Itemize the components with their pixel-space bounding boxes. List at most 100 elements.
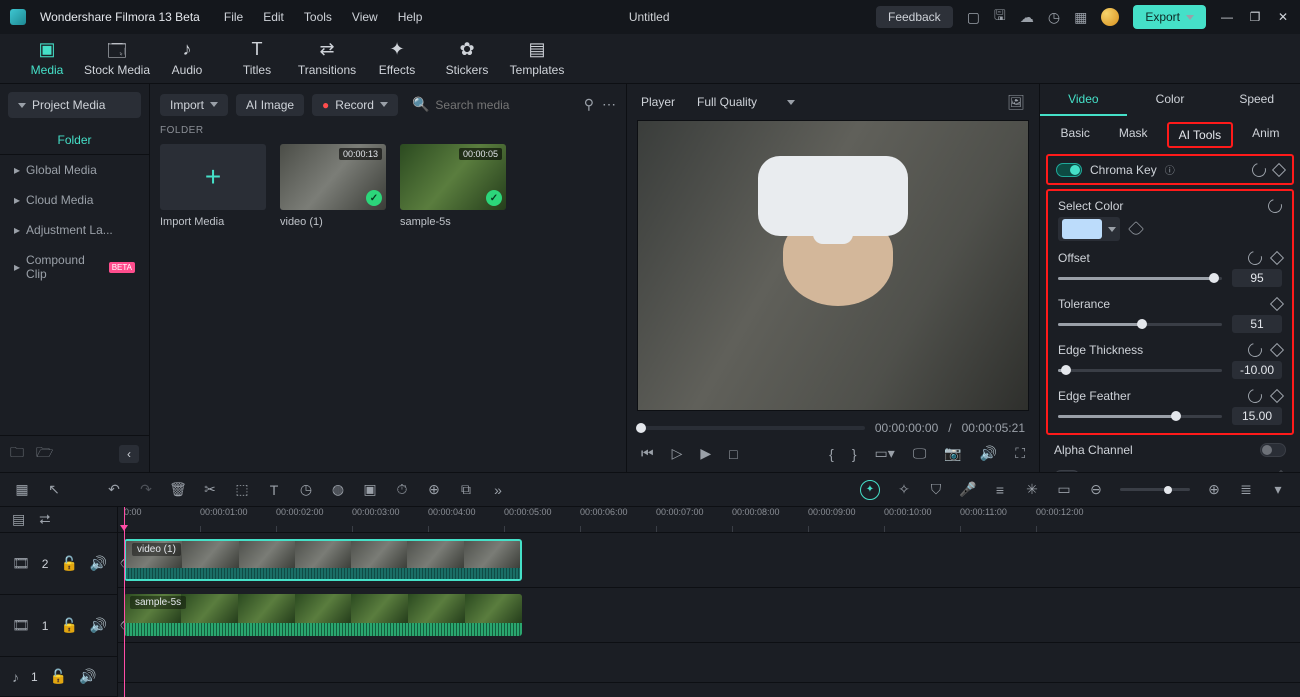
tab-media[interactable]: ▣Media <box>12 39 82 83</box>
shield-button[interactable]: ⛉ <box>928 482 944 498</box>
stop-button[interactable]: □ <box>729 446 737 462</box>
export-button[interactable]: Export <box>1133 5 1206 29</box>
edge-feather-value[interactable]: 15.00 <box>1232 407 1282 425</box>
keyframe-button[interactable]: ▣ <box>362 482 378 498</box>
ai-image-button[interactable]: AI Image <box>236 94 304 116</box>
collapse-sidebar-button[interactable]: ‹ <box>119 445 139 463</box>
video-preview[interactable] <box>637 120 1029 411</box>
timer-button[interactable]: ⏱ <box>394 482 410 498</box>
ai-portrait-toggle[interactable] <box>1054 470 1080 472</box>
marker-button[interactable]: ▭ <box>1056 482 1072 498</box>
video-track-1-header[interactable]: 🎞1 🔓 🔊 👁 <box>0 595 117 657</box>
playhead[interactable] <box>124 507 125 697</box>
reset-icon[interactable] <box>1265 196 1284 215</box>
lock-icon[interactable]: 🔓 <box>60 617 77 634</box>
sidebar-item-adjustment-layer[interactable]: ▸Adjustment La... <box>0 215 149 245</box>
aspect-dropdown[interactable]: ▭▾ <box>875 445 895 462</box>
video-track-2[interactable]: video (1) <box>118 533 1300 588</box>
crop-button[interactable]: ⬚ <box>234 482 250 498</box>
zoom-out-button[interactable]: ⊖ <box>1088 482 1104 498</box>
minimize-button[interactable]: — <box>1220 10 1234 24</box>
camera-icon[interactable]: 📷 <box>944 445 961 462</box>
more-icon[interactable]: ⋯ <box>602 96 616 113</box>
text-button[interactable]: T <box>266 482 282 498</box>
clip-video-1[interactable]: video (1) <box>124 539 522 581</box>
keyframe-icon[interactable] <box>1270 389 1284 403</box>
keyframe-icon[interactable] <box>1272 162 1286 176</box>
tolerance-value[interactable]: 51 <box>1232 315 1282 333</box>
menu-help[interactable]: Help <box>398 10 423 24</box>
tab-stock-media[interactable]: 🗔Stock Media <box>82 39 152 83</box>
new-folder-icon[interactable]: 🗀 <box>10 442 24 466</box>
subtab-animation[interactable]: Anim <box>1242 122 1289 148</box>
audio-track-1[interactable] <box>118 643 1300 683</box>
sidebar-item-cloud-media[interactable]: ▸Cloud Media <box>0 185 149 215</box>
mute-icon[interactable]: 🔊 <box>90 617 107 634</box>
quality-dropdown[interactable]: Full Quality <box>689 92 803 112</box>
media-item-video-1[interactable]: 00:00:13✓ video (1) <box>280 144 386 228</box>
enhance-button[interactable]: ✧ <box>896 482 912 498</box>
edge-thickness-value[interactable]: -10.00 <box>1232 361 1282 379</box>
audio-track-1-header[interactable]: ♪1 🔓 🔊 <box>0 657 117 697</box>
subtab-ai-tools[interactable]: AI Tools <box>1167 122 1233 148</box>
new-bin-icon[interactable]: 🗁 <box>36 442 53 466</box>
next-frame-button[interactable]: ▶ <box>700 445 711 462</box>
layout-icon[interactable]: ▢ <box>967 9 980 26</box>
search-field[interactable]: 🔍 <box>406 92 576 117</box>
fullscreen-icon[interactable]: ⛶ <box>1015 445 1025 462</box>
reset-icon[interactable] <box>1249 160 1268 179</box>
delete-button[interactable]: 🗑 <box>170 482 186 498</box>
zoom-slider[interactable] <box>1120 488 1190 491</box>
ai-button[interactable]: ✦ <box>860 480 880 500</box>
tab-speed[interactable]: Speed <box>1213 84 1300 116</box>
subtab-mask[interactable]: Mask <box>1109 122 1158 148</box>
offset-slider[interactable] <box>1058 277 1222 280</box>
link-button[interactable]: ⧉ <box>458 482 474 498</box>
edge-feather-slider[interactable] <box>1058 415 1222 418</box>
pointer-tool-icon[interactable]: ↖ <box>46 482 62 498</box>
project-media-header[interactable]: Project Media <box>8 92 141 118</box>
menu-file[interactable]: File <box>224 10 243 24</box>
snapshot-icon[interactable]: 🖼 <box>1007 94 1025 111</box>
import-media-tile[interactable]: + Import Media <box>160 144 266 228</box>
search-input[interactable] <box>435 98 569 112</box>
lock-icon[interactable]: 🔓 <box>50 668 67 685</box>
speed-button[interactable]: ◷ <box>298 482 314 498</box>
reset-icon[interactable] <box>1245 386 1264 405</box>
reset-icon[interactable] <box>1245 340 1264 359</box>
center-button[interactable]: ⊕ <box>426 482 442 498</box>
mark-out-button[interactable]: } <box>852 446 857 462</box>
keyframe-icon[interactable] <box>1274 470 1288 472</box>
tolerance-slider[interactable] <box>1058 323 1222 326</box>
prev-frame-button[interactable]: ⏮ <box>641 445 654 462</box>
tab-templates[interactable]: ▤Templates <box>502 39 572 83</box>
maximize-button[interactable]: ❐ <box>1248 10 1262 24</box>
sidebar-item-global-media[interactable]: ▸Global Media <box>0 155 149 185</box>
mute-icon[interactable]: 🔊 <box>79 668 96 685</box>
mixer-button[interactable]: ≡ <box>992 482 1008 498</box>
menu-edit[interactable]: Edit <box>263 10 284 24</box>
mic-button[interactable]: 🎤 <box>960 482 976 498</box>
color-button[interactable]: ◍ <box>330 482 346 498</box>
sidebar-item-compound-clip[interactable]: ▸Compound ClipBETA <box>0 245 149 289</box>
tab-effects[interactable]: ✦Effects <box>362 39 432 83</box>
timeline-settings-button[interactable]: ▾ <box>1270 482 1286 498</box>
keyframe-icon[interactable] <box>1270 251 1284 265</box>
more-tools-button[interactable]: » <box>490 482 506 498</box>
select-tool-icon[interactable]: ▦ <box>14 482 30 498</box>
filter-icon[interactable]: ⚲ <box>584 96 594 113</box>
display-icon[interactable]: 🖵 <box>913 445 927 462</box>
record-dropdown[interactable]: ●Record <box>312 94 398 116</box>
edge-thickness-slider[interactable] <box>1058 369 1222 372</box>
save-icon[interactable]: 🖫 <box>994 5 1006 29</box>
video-track-1[interactable]: sample-5s <box>118 588 1300 643</box>
subtab-basic[interactable]: Basic <box>1051 122 1100 148</box>
feedback-button[interactable]: Feedback <box>876 6 953 28</box>
beat-button[interactable]: ✳ <box>1024 482 1040 498</box>
alpha-channel-toggle[interactable] <box>1260 443 1286 457</box>
tab-audio[interactable]: ♪Audio <box>152 39 222 83</box>
offset-value[interactable]: 95 <box>1232 269 1282 287</box>
color-picker[interactable] <box>1058 217 1120 241</box>
reset-icon[interactable] <box>1245 248 1264 267</box>
video-track-2-header[interactable]: 🎞2 🔓 🔊 👁 <box>0 533 117 595</box>
